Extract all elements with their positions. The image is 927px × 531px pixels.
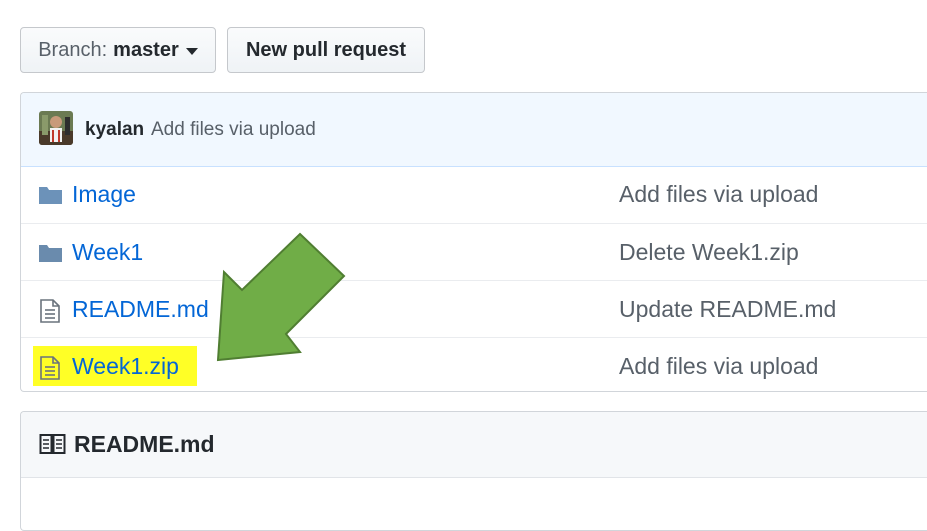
commit-message-link[interactable]: Delete Week1.zip <box>619 239 799 266</box>
branch-select-button[interactable]: Branch: master <box>20 27 216 73</box>
folder-icon <box>38 184 63 206</box>
latest-commit-bar: kyalan Add files via upload <box>21 93 927 167</box>
annotation-arrow-icon <box>216 232 346 362</box>
file-text-icon <box>38 299 63 323</box>
book-icon <box>39 433 66 455</box>
commit-author-link[interactable]: kyalan <box>85 119 144 141</box>
file-row: Image Add files via upload <box>21 166 927 223</box>
readme-title: README.md <box>74 431 215 457</box>
commit-message-link[interactable]: Add files via upload <box>619 181 818 208</box>
file-row: Week1.zip Add files via upload <box>21 337 927 391</box>
caret-down-icon <box>185 47 198 55</box>
readme-panel: README.md <box>20 411 927 531</box>
file-name-link[interactable]: README.md <box>72 296 209 323</box>
branch-name-label: master <box>113 38 179 61</box>
commit-message-link[interactable]: Update README.md <box>619 296 836 323</box>
commit-message-link[interactable]: Add files via upload <box>619 353 818 380</box>
folder-icon <box>38 242 63 264</box>
file-name-link[interactable]: Week1 <box>72 239 143 266</box>
new-pull-request-button[interactable]: New pull request <box>227 27 425 73</box>
file-name-link[interactable]: Image <box>72 181 136 208</box>
commit-message-link[interactable]: Add files via upload <box>151 119 316 141</box>
file-name-link[interactable]: Week1.zip <box>72 353 179 380</box>
file-row: README.md Update README.md <box>21 280 927 338</box>
file-row: Week1 Delete Week1.zip <box>21 223 927 281</box>
avatar[interactable] <box>39 111 73 145</box>
file-list: kyalan Add files via upload Image Add fi… <box>20 92 927 392</box>
readme-header: README.md <box>21 412 927 478</box>
file-text-icon <box>38 356 63 380</box>
branch-prefix-label: Branch: <box>38 38 108 61</box>
